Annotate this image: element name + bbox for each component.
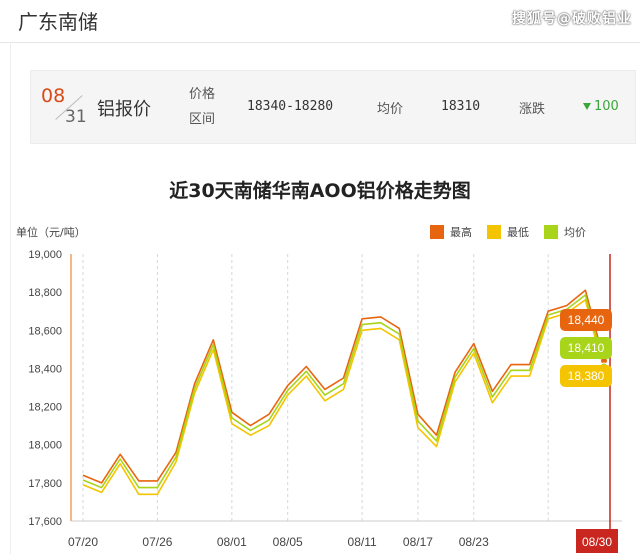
y-tick-label: 18,800	[28, 287, 62, 299]
page-title: 广东南储	[18, 10, 98, 34]
x-tick-label: 07/20	[68, 535, 98, 549]
y-tick-label: 18,200	[28, 402, 62, 414]
date-day: 31	[65, 107, 87, 127]
range-label-line1: 价格	[189, 87, 216, 102]
avg-label: 均价	[377, 102, 404, 117]
legend-item-avg[interactable]: 均价	[544, 224, 586, 240]
y-tick-label: 19,000	[28, 249, 62, 261]
range-label: 价格 区间	[189, 82, 219, 132]
x-tick-label: 08/11	[348, 535, 377, 549]
price-card: 08 31 铝报价 价格 区间 18340-18280 均价 18310 涨跌 …	[30, 70, 636, 144]
series-line-1[interactable]	[82, 298, 605, 496]
range-label-line2: 区间	[189, 112, 216, 127]
legend-label-low: 最低	[507, 226, 529, 239]
date-box: 08 31	[31, 71, 91, 145]
change-value: 100	[583, 99, 619, 114]
x-tick-label: 08/01	[217, 535, 247, 549]
x-tick-label: 08/23	[459, 535, 489, 549]
date-month: 08	[41, 85, 66, 107]
change-amount: 100	[594, 99, 619, 114]
end-value-label: 18,410	[568, 341, 605, 355]
legend-label-high: 最高	[450, 226, 472, 239]
product-name: 铝报价	[97, 99, 151, 120]
y-axis-unit: 单位（元/吨）	[16, 226, 86, 239]
legend-swatch-avg	[544, 225, 558, 239]
chart-title: 近30天南储华南AOO铝价格走势图	[169, 180, 471, 202]
y-tick-label: 18,400	[28, 363, 62, 375]
legend-item-high[interactable]: 最高	[430, 224, 472, 240]
end-value-label: 18,440	[568, 313, 605, 327]
legend-item-low[interactable]: 最低	[487, 224, 529, 240]
avg-value: 18310	[441, 99, 481, 114]
series-line-0[interactable]	[82, 289, 605, 484]
end-value-label: 18,380	[568, 369, 605, 383]
cursor-date-label: 08/30	[582, 535, 612, 549]
header-divider	[0, 42, 640, 43]
range-value: 18340-18280	[247, 99, 334, 114]
y-tick-label: 17,800	[28, 478, 62, 490]
change-label: 涨跌	[519, 102, 546, 117]
x-tick-label: 08/17	[403, 535, 433, 549]
y-tick-label: 18,000	[28, 440, 62, 452]
y-tick-label: 18,600	[28, 325, 62, 337]
legend-swatch-high	[430, 225, 444, 239]
x-tick-label: 07/26	[142, 535, 172, 549]
legend-label-avg: 均价	[564, 226, 586, 239]
y-tick-label: 17,600	[28, 516, 62, 528]
price-line-chart[interactable]: 17,600 17,800 18,000 18,200 18,400 18,600 18,8…	[0, 240, 640, 554]
x-tick-label: 08/05	[273, 535, 303, 549]
series-line-2[interactable]	[82, 294, 605, 489]
watermark: 搜狐号@破败铝业	[512, 11, 632, 27]
down-arrow-icon	[583, 103, 591, 110]
legend-swatch-low	[487, 225, 501, 239]
